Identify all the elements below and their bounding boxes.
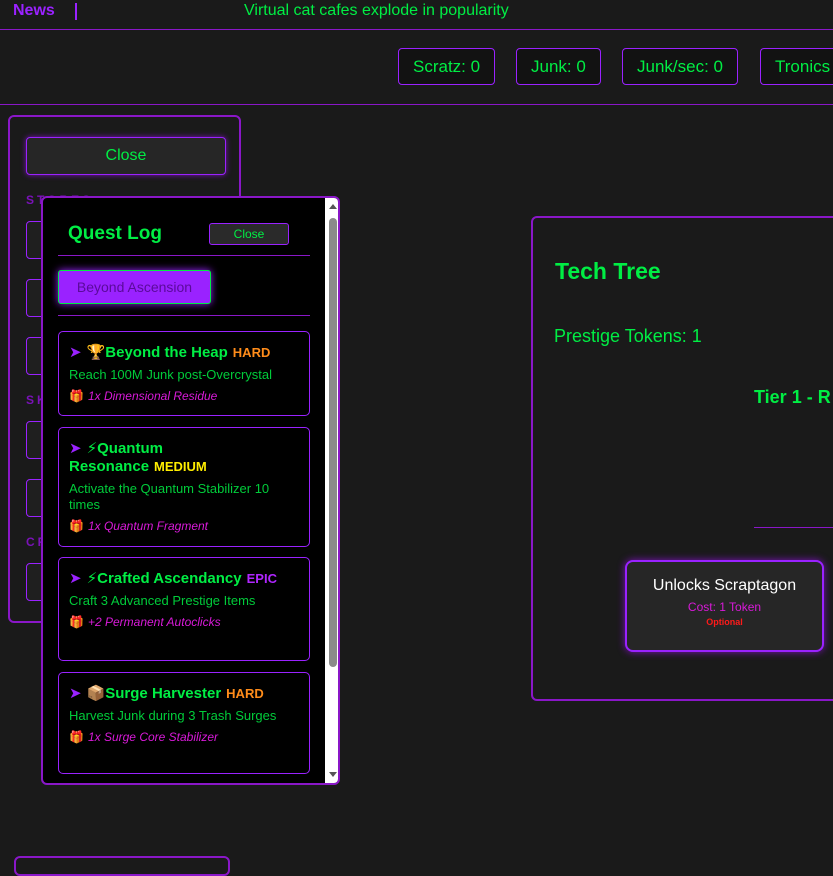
quest-item[interactable]: ➤ 🏆Beyond the Heap HARD Reach 100M Junk po… (58, 331, 310, 416)
left-panel-close-button[interactable]: Close (26, 137, 226, 175)
reward-text: +2 Permanent Autoclicks (87, 615, 221, 629)
quest-header: ➤ ⚡Crafted Ascendancy EPIC (69, 570, 299, 588)
tech-tree-panel: Tech Tree Prestige Tokens: 1 Tier 1 - R … (531, 216, 833, 701)
quest-log-title: Quest Log (68, 223, 162, 244)
quest-filter-beyond-ascension[interactable]: Beyond Ascension (58, 270, 211, 304)
tech-node-optional: Optional (706, 617, 743, 627)
stat-tronics: Tronics (760, 48, 833, 85)
reward-text: 1x Quantum Fragment (87, 519, 209, 533)
difficulty-badge: HARD (232, 345, 271, 360)
quest-header: ➤ 📦Surge Harvester HARD (69, 685, 299, 703)
quest-log-close-button[interactable]: Close (209, 223, 289, 245)
scroll-down-arrow-icon[interactable] (329, 772, 337, 777)
tech-node-scraptagon[interactable]: Unlocks Scraptagon Cost: 1 Token Optiona… (625, 560, 824, 652)
divider (58, 255, 310, 256)
trophy-icon: 🏆 (86, 344, 106, 361)
quest-description: Reach 100M Junk post-Overcrystal (69, 367, 273, 382)
tech-node-title: Unlocks Scraptagon (652, 577, 797, 594)
arrow-icon: ➤ (69, 440, 82, 457)
quest-reward: 🎁 1x Quantum Fragment (69, 519, 299, 533)
tech-tree-title: Tech Tree (555, 258, 661, 284)
quest-header: ➤ ⚡Quantum Resonance MEDIUM (69, 440, 299, 476)
divider (58, 315, 310, 316)
stats-bar: Scratz: 0 Junk: 0 Junk/sec: 0 Tronics (0, 30, 833, 105)
quest-description: Activate the Quantum Stabilizer 10 times (69, 481, 270, 512)
lightning-icon: ⚡ (86, 440, 98, 457)
bottom-panel (14, 856, 230, 876)
stat-scratz: Scratz: 0 (398, 48, 496, 85)
quest-reward: 🎁 +2 Permanent Autoclicks (69, 615, 299, 629)
scrollbar-thumb[interactable] (329, 218, 337, 667)
quest-reward: 🎁 1x Dimensional Residue (69, 389, 299, 403)
tier-label: Tier 1 - R (754, 387, 831, 407)
gift-icon: 🎁 (69, 389, 84, 403)
quest-description: Craft 3 Advanced Prestige Items (69, 593, 256, 608)
arrow-icon: ➤ (69, 685, 82, 702)
quest-item[interactable]: ➤ ⚡Quantum Resonance MEDIUM Activate the Q… (58, 427, 310, 547)
news-label: News (13, 2, 55, 19)
quest-item[interactable]: ➤ 📦Surge Harvester HARD Harvest Junk durin… (58, 672, 310, 774)
quest-title: Quantum Resonance (69, 440, 163, 475)
reward-text: 1x Dimensional Residue (87, 389, 218, 403)
quest-title: Crafted Ascendancy (97, 570, 242, 587)
gift-icon: 🎁 (69, 519, 84, 533)
package-icon: 📦 (86, 685, 106, 702)
arrow-icon: ➤ (69, 344, 82, 361)
arrow-icon: ➤ (69, 570, 82, 587)
quest-title: Surge Harvester (105, 685, 222, 702)
quest-reward: 🎁 1x Surge Core Stabilizer (69, 730, 299, 744)
quest-description: Harvest Junk during 3 Trash Surges (69, 708, 277, 723)
news-ticker: Virtual cat cafes explode in popularity (244, 2, 509, 19)
lightning-icon: ⚡ (86, 570, 98, 587)
news-bar: News Virtual cat cafes explode in popula… (0, 0, 833, 30)
quest-header: ➤ 🏆Beyond the Heap HARD (69, 344, 299, 362)
scroll-up-arrow-icon[interactable] (329, 204, 337, 209)
quest-log-panel: Quest Log Close Beyond Ascension ➤ 🏆Beyon… (41, 196, 340, 785)
stat-junk: Junk: 0 (516, 48, 601, 85)
stat-junk-per-sec: Junk/sec: 0 (622, 48, 738, 85)
difficulty-badge: EPIC (246, 571, 277, 586)
news-separator (75, 3, 77, 20)
difficulty-badge: MEDIUM (154, 459, 207, 474)
tree-connector-line (754, 527, 833, 528)
tech-node-cost: Cost: 1 Token (687, 600, 762, 614)
reward-text: 1x Surge Core Stabilizer (87, 730, 219, 744)
gift-icon: 🎁 (69, 615, 84, 629)
difficulty-badge: HARD (226, 686, 264, 701)
gift-icon: 🎁 (69, 730, 84, 744)
quest-title: Beyond the Heap (105, 344, 228, 361)
quest-log-scrollbar[interactable] (325, 198, 338, 783)
quest-item[interactable]: ➤ ⚡Crafted Ascendancy EPIC Craft 3 Advance… (58, 557, 310, 661)
prestige-tokens: Prestige Tokens: 1 (554, 326, 702, 346)
